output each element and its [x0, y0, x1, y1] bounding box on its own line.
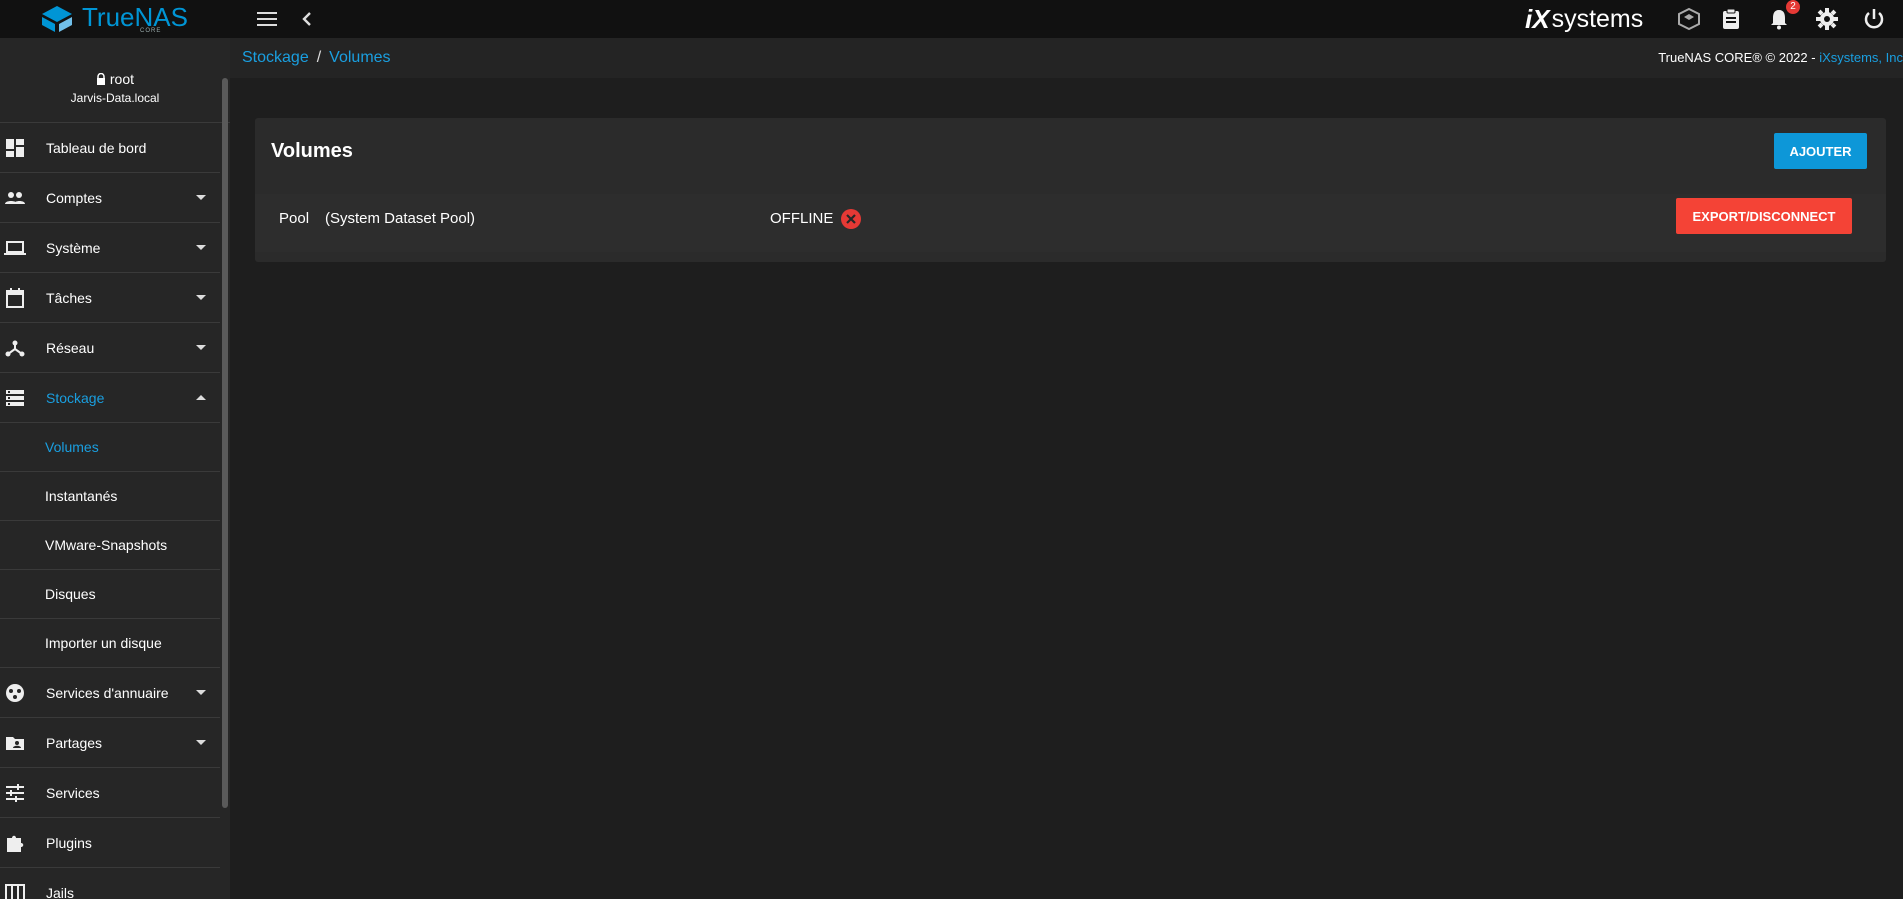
sidebar-subitem-import-disk[interactable]: Importer un disque [0, 619, 220, 668]
caret-down-icon [196, 345, 206, 350]
notification-badge: 2 [1786, 0, 1800, 14]
volumes-card: Volumes AJOUTER Pool (System Dataset Poo… [255, 118, 1886, 262]
sidebar-item-storage[interactable]: Stockage [0, 373, 220, 423]
hostname: Jarvis-Data.local [70, 91, 160, 105]
pool-status: OFFLINE [770, 210, 834, 227]
sidebar-item-system[interactable]: Système [0, 223, 220, 273]
ixsystems-logo[interactable]: iX systems [1525, 2, 1643, 36]
brand-name: TrueNAS [82, 2, 188, 32]
caret-up-icon [196, 395, 206, 400]
sidebar-item-services[interactable]: Services [0, 768, 220, 818]
sidebar: root Jarvis-Data.local Tableau de bord C… [0, 38, 230, 899]
menu-icon [257, 12, 277, 26]
sidebar-item-tasks[interactable]: Tâches [0, 273, 220, 323]
puzzle-icon [7, 835, 24, 852]
sidebar-item-label: Tâches [46, 289, 92, 306]
laptop-icon [4, 241, 26, 255]
sidebar-subitem-label: Volumes [45, 439, 99, 455]
sidebar-item-label: Système [46, 239, 101, 256]
sidebar-item-accounts[interactable]: Comptes [0, 173, 220, 223]
ix-systems-text: systems [1551, 4, 1644, 33]
breadcrumb-storage-link[interactable]: Stockage [242, 49, 309, 67]
sidebar-subitem-vmware-snapshots[interactable]: VMware-Snapshots [0, 521, 220, 570]
calendar-icon [6, 288, 24, 308]
sidebar-item-label: Partages [46, 734, 103, 751]
jail-icon [5, 884, 25, 899]
user-panel: root Jarvis-Data.local [0, 38, 230, 123]
sidebar-item-plugins[interactable]: Plugins [0, 818, 220, 868]
sidebar-item-shares[interactable]: Partages [0, 718, 220, 768]
shared-folder-icon [6, 737, 24, 750]
tasks-button[interactable] [1716, 4, 1746, 34]
truenas-logo-icon [42, 6, 72, 32]
tune-icon [6, 784, 24, 802]
page-title: Volumes [271, 140, 353, 162]
caret-down-icon [196, 690, 206, 695]
clipboard-icon [1723, 8, 1739, 29]
sidebar-subitem-label: Importer un disque [45, 635, 162, 651]
sidebar-subitem-snapshots[interactable]: Instantanés [0, 472, 220, 521]
sidebar-item-directory-services[interactable]: Services d'annuaire [0, 668, 220, 718]
caret-down-icon [196, 245, 206, 250]
sidebar-item-label: Jails [46, 884, 75, 899]
sidebar-subitem-label: Instantanés [45, 488, 118, 504]
bell-icon [1771, 10, 1787, 30]
sidebar-subitem-disks[interactable]: Disques [0, 570, 220, 619]
breadcrumb-volumes-link[interactable]: Volumes [329, 49, 390, 67]
top-bar: TrueNAS CORE iX systems 2 [0, 0, 1903, 38]
copyright: TrueNAS CORE® © 2022 - iXsystems, Inc [1658, 50, 1903, 65]
network-icon [5, 340, 25, 357]
sidebar-subitem-volumes[interactable]: Volumes [0, 423, 220, 472]
truecommand-button[interactable] [1674, 4, 1704, 34]
export-disconnect-button[interactable]: EXPORT/DISCONNECT [1676, 198, 1852, 234]
copyright-text: TrueNAS CORE® © 2022 - [1658, 50, 1820, 65]
truenas-logo[interactable]: TrueNAS CORE [40, 0, 188, 38]
breadcrumb-separator: / [316, 49, 322, 66]
username: root [109, 71, 134, 87]
power-button[interactable] [1859, 4, 1889, 34]
brand-sub: CORE [140, 28, 162, 34]
pool-row[interactable]: Pool (System Dataset Pool) OFFLINE [255, 194, 1886, 252]
dashboard-icon [6, 139, 24, 157]
lock-icon [96, 72, 105, 85]
sidebar-item-label: Comptes [46, 189, 103, 206]
storage-icon [6, 390, 24, 406]
gear-icon [1816, 8, 1838, 30]
sidebar-item-label: Réseau [46, 339, 95, 356]
sidebar-item-network[interactable]: Réseau [0, 323, 220, 373]
menu-button[interactable] [252, 4, 282, 34]
sidebar-item-dashboard[interactable]: Tableau de bord [0, 123, 220, 173]
caret-down-icon [196, 740, 206, 745]
pool-description: (System Dataset Pool) [325, 210, 476, 227]
power-icon [1864, 9, 1884, 29]
chevron-left-icon [302, 12, 311, 26]
ix-mark: iX [1525, 3, 1550, 34]
error-circle-icon [841, 209, 861, 229]
add-button[interactable]: AJOUTER [1774, 133, 1867, 169]
truecommand-icon [1678, 7, 1700, 31]
breadcrumb-bar: Stockage / Volumes TrueNAS CORE® © 2022 … [230, 38, 1903, 78]
sidebar-item-jails[interactable]: Jails [0, 868, 220, 899]
sidebar-item-label: Stockage [46, 389, 105, 406]
ixsystems-link[interactable]: iXsystems, Inc [1819, 50, 1903, 65]
directory-services-icon [6, 684, 24, 702]
people-icon [5, 192, 25, 204]
sidebar-scrollbar[interactable] [222, 78, 228, 808]
collapse-sidebar-button[interactable] [292, 4, 322, 34]
sidebar-item-label: Tableau de bord [46, 139, 147, 156]
sidebar-item-label: Plugins [46, 834, 92, 851]
sidebar-subitem-label: VMware-Snapshots [45, 537, 168, 553]
pool-name: Pool [279, 210, 310, 227]
notifications-button[interactable]: 2 [1764, 0, 1800, 34]
caret-down-icon [196, 295, 206, 300]
caret-down-icon [196, 195, 206, 200]
settings-button[interactable] [1812, 4, 1842, 34]
breadcrumb: Stockage / Volumes [242, 49, 391, 67]
sidebar-item-label: Services d'annuaire [46, 684, 169, 701]
sidebar-subitem-label: Disques [45, 586, 96, 602]
sidebar-item-label: Services [46, 784, 100, 801]
